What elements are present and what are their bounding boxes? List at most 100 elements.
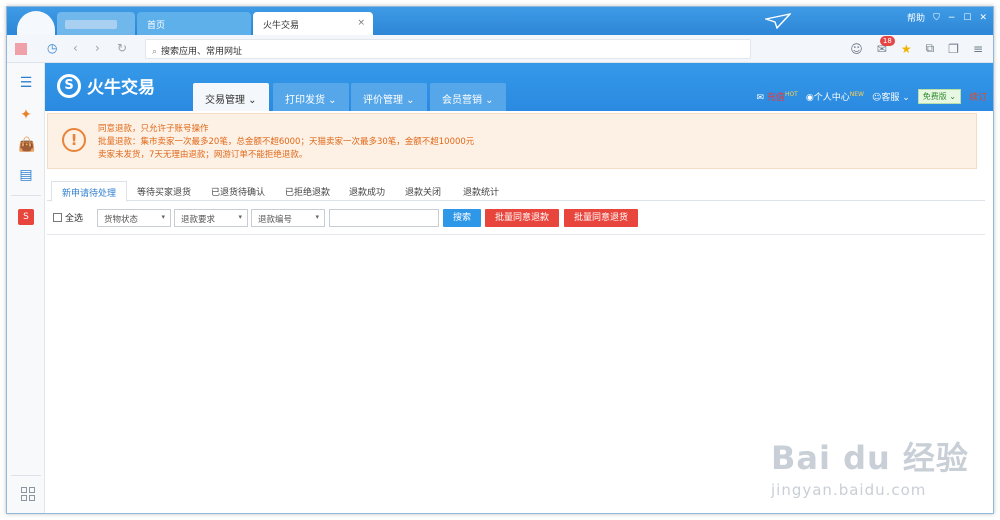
maximize-icon[interactable]: ☐ <box>963 13 971 23</box>
menu-member[interactable]: 会员营销 ⌄ <box>430 83 506 111</box>
subtab-refused[interactable]: 已拒绝退款 <box>275 181 340 202</box>
sidebar-divider <box>11 195 41 196</box>
browser-window: 首页 火牛交易 × 帮助 ⛉ − ☐ ✕ ◷ ‹ › ↻ ⌕ 搜索应用、常用网址 … <box>6 6 994 514</box>
envelope-icon: ✉ <box>756 93 765 103</box>
refresh-icon[interactable]: ↻ <box>117 41 127 55</box>
subtab-awaiting-return[interactable]: 等待买家退货 <box>127 181 201 202</box>
menu-trade[interactable]: 交易管理 ⌄ <box>193 83 269 111</box>
notice-line: 卖家未发货，7天无理由退款；网游订单不能拒绝退款。 <box>98 150 308 160</box>
card-icon[interactable]: ▤ <box>18 167 34 183</box>
tab-close-icon[interactable]: × <box>357 18 365 28</box>
notice-panel: ! 同意退款，只允许子账号操作 批量退款：集市卖家一次最多20笔，总金额不超60… <box>47 113 977 169</box>
menu-print-label: 打印发货 ⌄ <box>285 95 337 106</box>
refund-request-select[interactable]: 退款要求 ▾ <box>174 209 248 227</box>
filter-divider <box>47 234 985 235</box>
select-all-label: 全选 <box>65 214 84 224</box>
goods-status-select[interactable]: 货物状态 ▾ <box>97 209 171 227</box>
address-input[interactable]: ⌕ 搜索应用、常用网址 <box>145 39 751 59</box>
shopping-bag-icon[interactable]: 👜 <box>18 137 35 153</box>
user-icon: ◉ <box>805 93 814 103</box>
subtab-new-requests[interactable]: 新申请待处理 <box>51 181 128 202</box>
menu-review[interactable]: 评价管理 ⌄ <box>351 83 427 111</box>
tab-huoniu[interactable]: 火牛交易 × <box>253 12 373 35</box>
emoji-icon[interactable]: ☺ <box>850 42 863 56</box>
checkbox-box <box>53 213 62 222</box>
subtab-statistics[interactable]: 退款统计 <box>453 181 509 202</box>
window-icon[interactable]: ❐ <box>948 42 959 56</box>
recharge-label: 充值 <box>766 93 785 103</box>
menu-member-label: 会员营销 ⌄ <box>442 95 494 106</box>
search-button[interactable]: 搜索 <box>443 209 481 227</box>
help-link[interactable]: 帮助 <box>907 11 925 24</box>
grid-icon[interactable] <box>21 487 35 501</box>
brand[interactable]: S 火牛交易 <box>57 73 155 98</box>
service-label: 客服 ⌄ <box>881 93 910 103</box>
left-sidebar: ☰ ✦ 👜 ▤ S <box>7 63 45 513</box>
tab-blurred[interactable] <box>57 12 135 35</box>
forward-icon[interactable]: › <box>95 41 100 55</box>
hot-tag: HOT <box>784 91 798 98</box>
refund-request-value: 退款要求 <box>181 215 216 225</box>
search-icon: ⌕ <box>152 47 158 57</box>
watermark-url: jingyan.baidu.com <box>771 481 927 499</box>
header-right: ✉ 充值HOT ◉个人中心NEW ☺客服 ⌄ 免费版 ⌄ 续订 <box>757 89 987 104</box>
tab-huoniu-label: 火牛交易 <box>263 21 300 31</box>
renew-link[interactable]: 续订 <box>969 90 987 103</box>
menu-trade-label: 交易管理 ⌄ <box>205 95 257 106</box>
paper-plane-icon[interactable] <box>765 13 791 29</box>
app-header: S 火牛交易 交易管理 ⌄ 打印发货 ⌄ 评价管理 ⌄ 会员营销 ⌄ ✉ 充值H… <box>45 63 993 111</box>
subtab-closed[interactable]: 退款关闭 <box>395 181 451 202</box>
sidebar-divider-bottom <box>11 475 41 476</box>
share-icon[interactable]: ⧉ <box>926 41 935 56</box>
alert-icon: ! <box>62 128 86 152</box>
tab-home-label: 首页 <box>147 21 166 31</box>
watermark-title: Bai du 经验 <box>771 439 969 477</box>
blurred-tab-title <box>65 20 117 29</box>
filter-row: 全选 货物状态 ▾ 退款要求 ▾ 退款编号 ▾ 搜索 批量同意退款 批量同意退货 <box>47 207 985 231</box>
chevron-down-icon: ▾ <box>238 213 242 221</box>
skin-icon[interactable]: ⛉ <box>933 13 940 23</box>
back-icon[interactable]: ‹ <box>73 41 78 55</box>
refund-number-value: 退款编号 <box>258 215 293 225</box>
notice-lines: 同意退款，只允许子账号操作 批量退款：集市卖家一次最多20笔，总金额不超6000… <box>98 123 474 162</box>
notice-line: 同意退款，只允许子账号操作 <box>98 124 209 134</box>
menu-print[interactable]: 打印发货 ⌄ <box>273 83 349 111</box>
list-icon[interactable]: ☰ <box>18 75 34 91</box>
close-icon[interactable]: ✕ <box>979 13 987 23</box>
subtab-success[interactable]: 退款成功 <box>339 181 395 202</box>
subtab-returned-pending[interactable]: 已退货待确认 <box>201 181 275 202</box>
menu-review-label: 评价管理 ⌄ <box>363 95 415 106</box>
mail-icon[interactable]: ✉ 18 <box>877 35 895 56</box>
tab-home[interactable]: 首页 <box>137 12 251 35</box>
batch-return-button[interactable]: 批量同意退货 <box>564 209 638 227</box>
minimize-icon[interactable]: − <box>948 13 956 23</box>
watermark: Bai du 经验 jingyan.baidu.com <box>771 433 969 499</box>
site-icon <box>15 43 27 55</box>
browser-titlebar: 首页 火牛交易 × 帮助 ⛉ − ☐ ✕ <box>7 7 993 37</box>
service-link[interactable]: ☺客服 ⌄ <box>872 90 910 103</box>
brand-name: 火牛交易 <box>87 78 155 98</box>
menu-icon[interactable]: ≡ <box>973 42 983 56</box>
browser-logo[interactable] <box>17 11 55 37</box>
brand-logo-icon: S <box>57 73 81 98</box>
clock-icon[interactable]: ◷ <box>47 41 57 55</box>
huoniu-app-icon[interactable]: S <box>18 209 34 225</box>
address-right-tools: ☺ ✉ 18 ★ ⧉ ❐ ≡ <box>850 35 983 56</box>
free-version-dropdown[interactable]: 免费版 ⌄ <box>917 89 961 104</box>
headset-icon: ☺ <box>871 93 882 103</box>
notice-line: 批量退款：集市卖家一次最多20笔，总金额不超6000；天猫卖家一次最多30笔，金… <box>98 137 475 147</box>
personal-center-link[interactable]: ◉个人中心NEW <box>806 90 864 103</box>
pin-icon[interactable]: ★ <box>901 42 912 56</box>
recharge-link[interactable]: ✉ 充值HOT <box>757 90 798 103</box>
goods-status-value: 货物状态 <box>104 215 139 225</box>
chevron-down-icon: ▾ <box>315 213 319 221</box>
search-keyword-input[interactable] <box>329 209 439 227</box>
window-controls: 帮助 ⛉ − ☐ ✕ <box>907 11 987 25</box>
select-all-checkbox[interactable]: 全选 <box>53 211 83 224</box>
address-bar: ◷ ‹ › ↻ ⌕ 搜索应用、常用网址 ☺ ✉ 18 ★ ⧉ ❐ ≡ <box>7 35 993 63</box>
refund-number-select[interactable]: 退款编号 ▾ <box>251 209 325 227</box>
batch-refund-button[interactable]: 批量同意退款 <box>485 209 559 227</box>
apps-icon[interactable]: ✦ <box>18 107 34 123</box>
chevron-down-icon: ▾ <box>161 213 165 221</box>
mail-badge: 18 <box>879 35 895 46</box>
